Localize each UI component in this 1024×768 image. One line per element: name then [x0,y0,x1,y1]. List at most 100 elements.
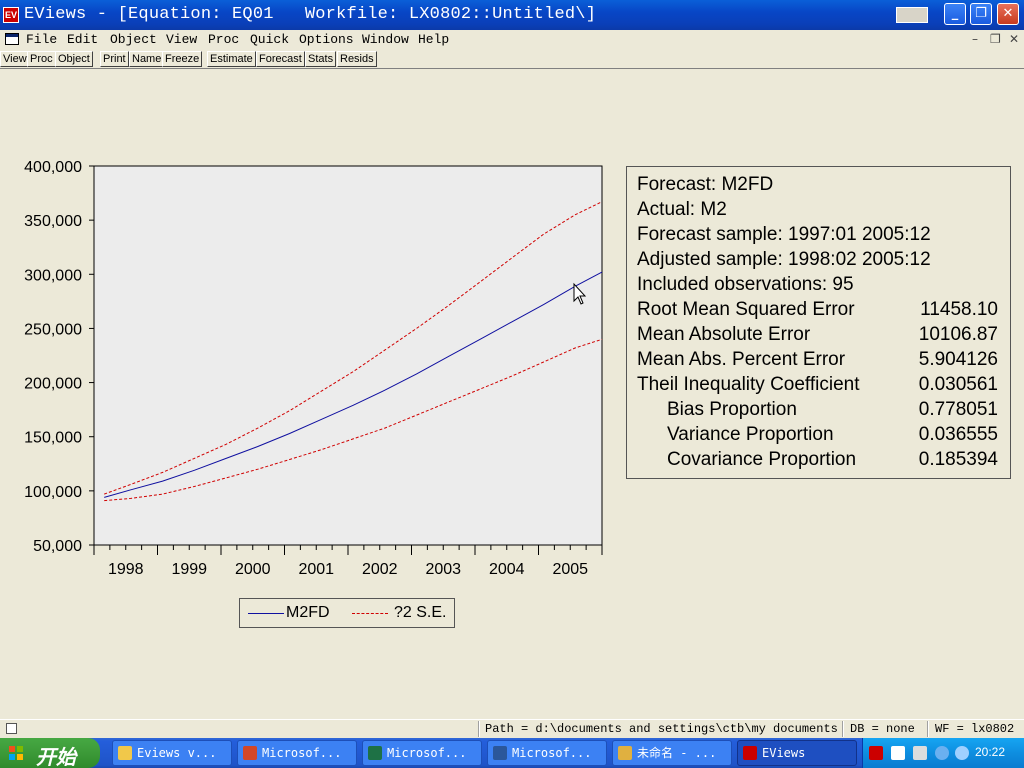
ime-icon[interactable] [896,7,928,23]
task-microsoft-powerpoint[interactable]: Microsof... [237,740,357,766]
paint-icon [618,746,632,760]
back-arrow-icon[interactable] [935,746,949,760]
minimize-button[interactable]: _ [944,3,966,25]
resids-button[interactable]: Resids [337,51,377,67]
help-icon[interactable] [891,746,905,760]
y-tick-label: 300,000 [24,267,82,284]
messenger-icon[interactable] [955,746,969,760]
stat-label: Covariance Proportion [667,449,857,470]
menu-file[interactable]: File [26,32,57,47]
menu-options[interactable]: Options [299,32,354,47]
word-icon [493,746,507,760]
network-icon[interactable] [913,746,927,760]
close-button[interactable]: ✕ [997,3,1019,25]
maximize-button[interactable]: ❐ [970,3,992,25]
task-paint[interactable]: 未命名 - ... [612,740,732,766]
y-tick-label: 150,000 [24,430,82,447]
forecast-statistics-box: Forecast: M2FD Actual: M2 Forecast sample:… [626,166,1011,479]
menu-quick[interactable]: Quick [250,32,289,47]
estimate-button[interactable]: Estimate [207,51,256,67]
menu-edit[interactable]: Edit [67,32,98,47]
y-tick-label: 250,000 [24,321,82,338]
stat-label: Theil Inequality Coefficient [637,374,860,395]
task-eviews[interactable]: EViews [737,740,857,766]
tray-app-icon[interactable] [869,746,883,760]
view-button[interactable]: View [0,51,30,67]
stat-label: Actual: M2 [637,199,727,220]
menu-bar: File Edit Object View Proc Quick Options… [0,30,1024,49]
x-tick-label: 2003 [425,561,461,578]
y-tick-label: 100,000 [24,484,82,501]
status-separator [842,721,844,737]
x-tick-label: 2005 [552,561,588,578]
chart-legend: M2FD ?2 S.E. [239,598,455,628]
clock: 20:22 [975,745,1006,759]
stat-value: 0.778051 [918,399,998,420]
menu-object[interactable]: Object [110,32,157,47]
mdi-minimize-icon[interactable]: – [972,32,978,46]
y-tick-label: 350,000 [24,213,82,230]
windows-taskbar: 开始 Eviews v... Microsof... Microsof... M… [0,738,1024,768]
title-bar: EV EViews - [Equation: EQ01 Workfile: LX… [0,0,1024,30]
status-bar: Path = d:\documents and settings\ctb\my … [0,719,1024,738]
stat-value: 0.030561 [918,374,998,395]
menu-view[interactable]: View [166,32,197,47]
proc-button[interactable]: Proc [27,51,56,67]
stat-label: Adjusted sample: 1998:02 2005:12 [637,249,931,270]
stat-label: Mean Abs. Percent Error [637,349,846,370]
stat-value: 10106.87 [918,324,998,345]
status-db: DB = none [850,722,915,736]
status-wf: WF = lx0802 [935,722,1015,736]
status-separator [478,721,480,737]
x-tick-label: 2001 [298,561,334,578]
x-tick-label: 2002 [362,561,398,578]
legend-label-m2fd: M2FD [286,604,330,621]
task-eviews-folder[interactable]: Eviews v... [112,740,232,766]
stat-label: Bias Proportion [667,399,797,420]
x-tick-label: 2000 [235,561,271,578]
status-path: Path = d:\documents and settings\ctb\my … [485,722,838,736]
stats-button[interactable]: Stats [305,51,337,67]
task-microsoft-word[interactable]: Microsof... [487,740,607,766]
forecast-chart: 50,000 100,000 150,000 200,000 250,000 300,00… [24,159,603,578]
stat-label: Mean Absolute Error [637,324,811,345]
mdi-close-icon[interactable]: ✕ [1009,32,1019,46]
legend-swatch-m2fd [248,613,284,614]
plot-area [93,165,603,546]
y-tick-label: 50,000 [33,538,82,555]
menu-window[interactable]: Window [362,32,409,47]
window-title: EViews - [Equation: EQ01 Workfile: LX080… [24,5,597,24]
task-label: Eviews v... [137,746,217,760]
forecast-button[interactable]: Forecast [256,51,305,67]
task-microsoft-excel[interactable]: Microsof... [362,740,482,766]
stat-label: Root Mean Squared Error [637,299,855,320]
task-label: Microsof... [387,746,467,760]
system-tray: 20:22 [862,738,1024,768]
mdi-restore-icon[interactable]: ❐ [990,32,1001,46]
x-tick-label: 1998 [108,561,144,578]
y-tick-label: 200,000 [24,376,82,393]
print-button[interactable]: Print [100,51,129,67]
name-button[interactable]: Name [129,51,165,67]
excel-icon [368,746,382,760]
menu-help[interactable]: Help [418,32,449,47]
eviews-app-icon[interactable]: EV [3,7,19,23]
document-window-icon[interactable] [5,33,19,45]
freeze-button[interactable]: Freeze [162,51,203,67]
object-button[interactable]: Object [55,51,93,67]
x-tick-label: 1999 [171,561,207,578]
task-label: Microsof... [512,746,592,760]
stat-value: 0.036555 [918,424,998,445]
windows-flag-icon [9,746,23,760]
task-label: Microsof... [262,746,342,760]
stat-label: Forecast sample: 1997:01 2005:12 [637,224,931,245]
status-checkbox[interactable] [6,723,17,734]
menu-proc[interactable]: Proc [208,32,239,47]
legend-label-se: ?2 S.E. [394,604,447,621]
stat-value: 11458.10 [920,299,998,320]
start-label: 开始 [36,745,76,768]
y-tick-label: 400,000 [24,159,82,176]
legend-swatch-se [352,613,388,614]
start-button[interactable]: 开始 [0,738,100,768]
stat-value: 5.904126 [918,349,998,370]
